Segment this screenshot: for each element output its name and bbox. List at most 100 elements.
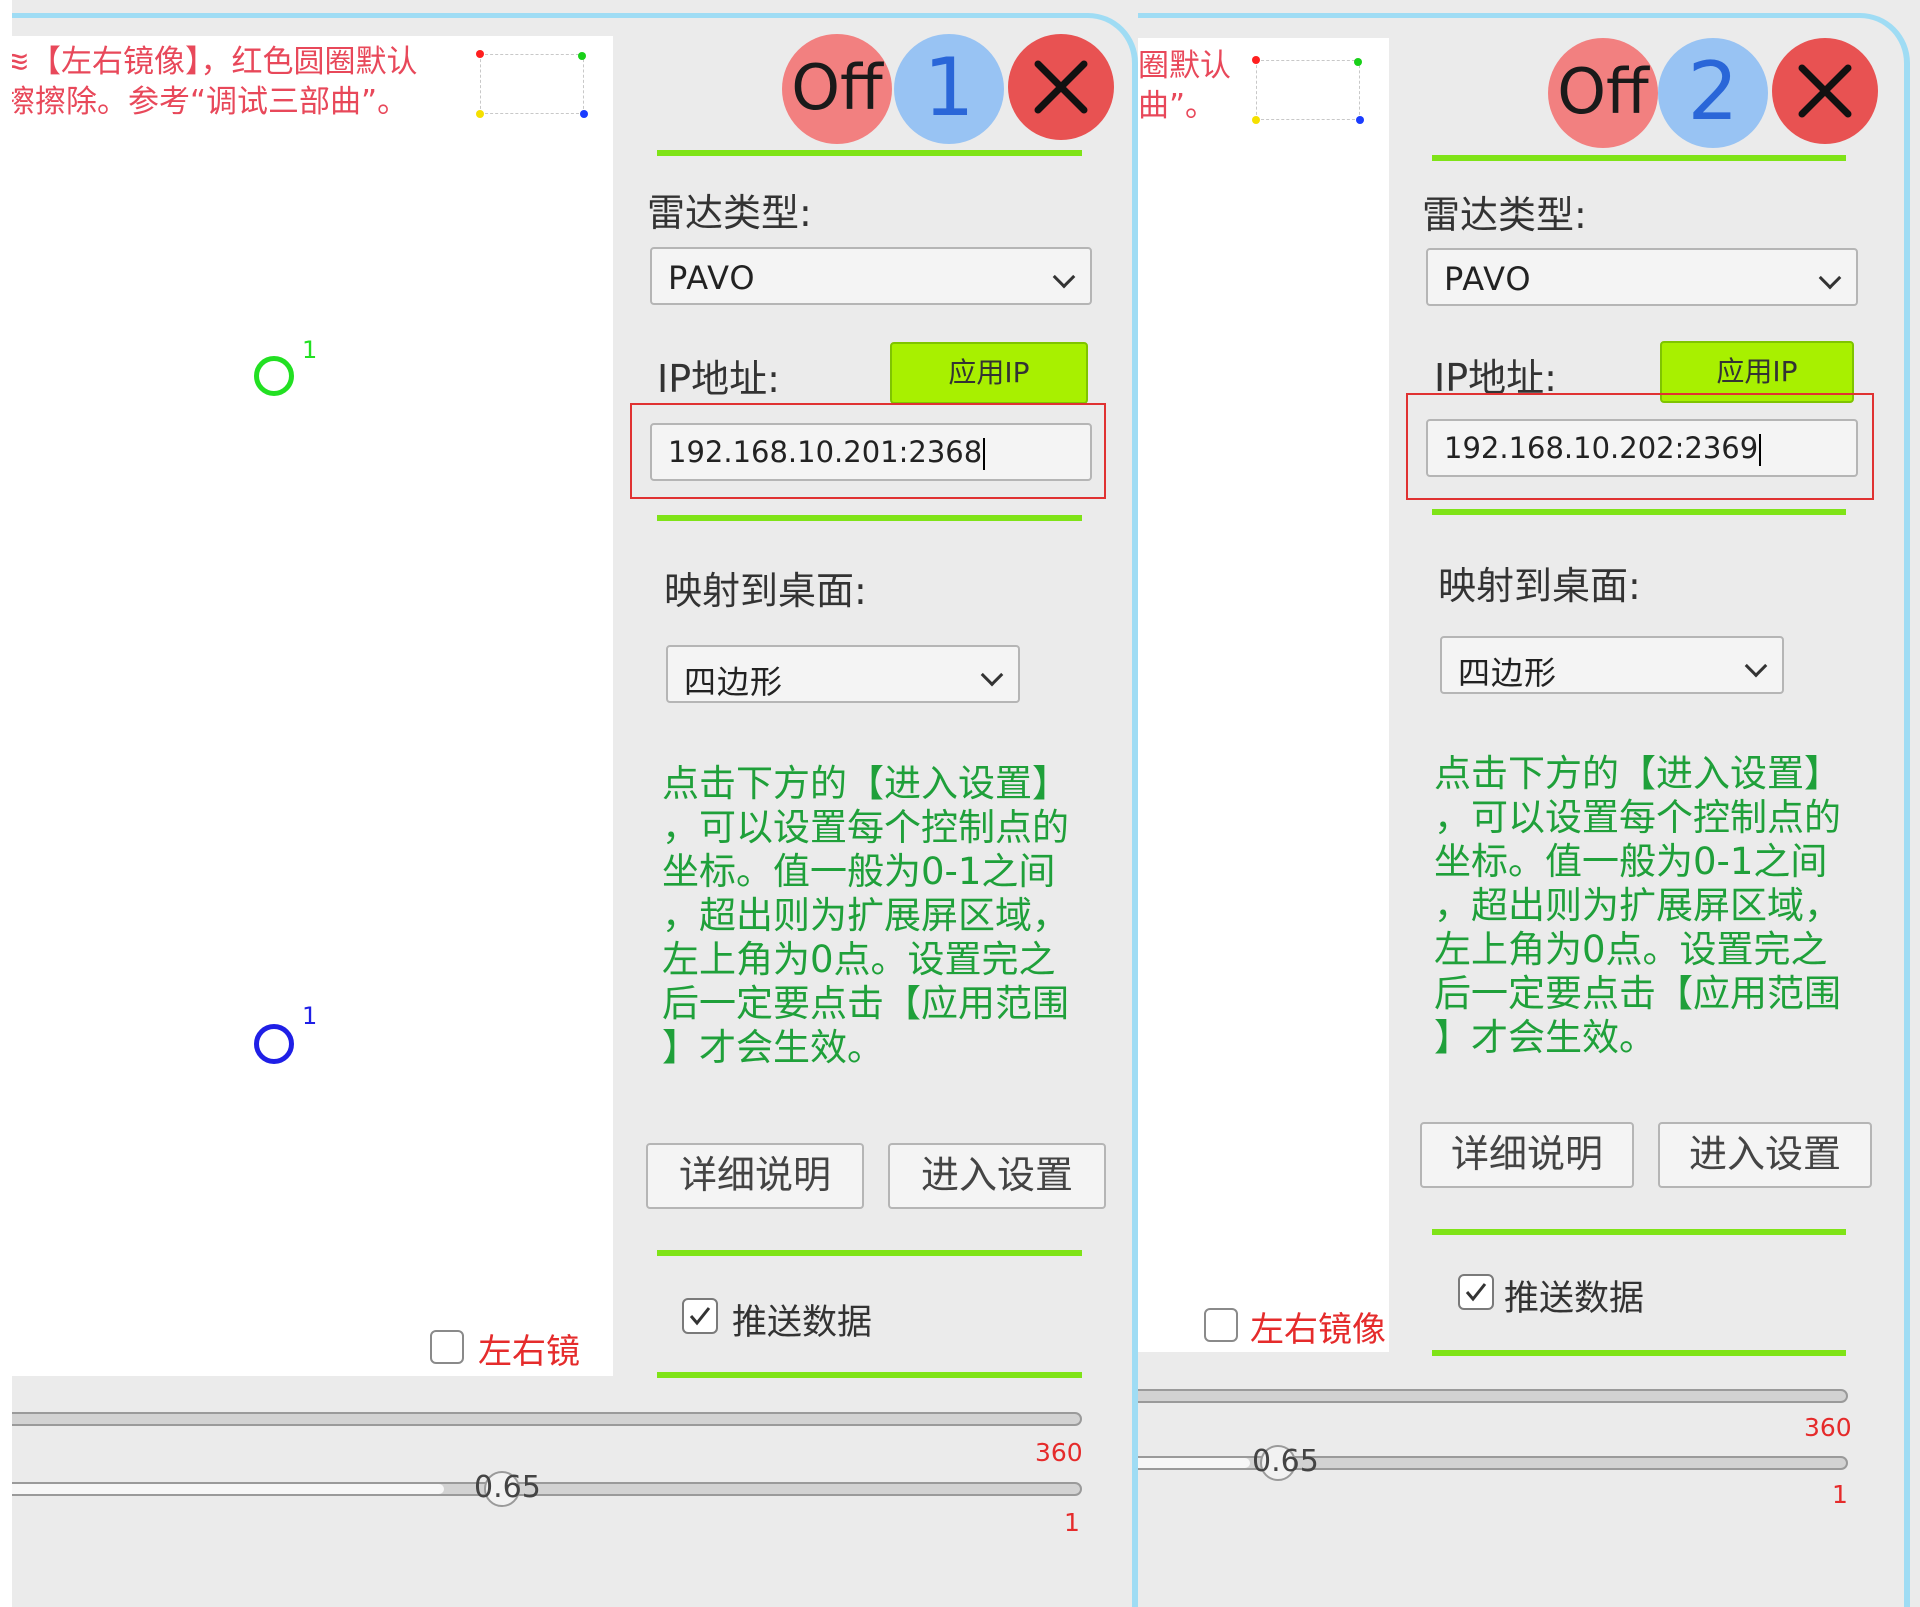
off-toggle-button[interactable]: Off <box>1548 38 1658 148</box>
push-data-label: 推送数据 <box>732 1303 873 1343</box>
close-button[interactable] <box>1772 38 1878 144</box>
control-point-top-right[interactable] <box>578 52 586 60</box>
mapping-quad <box>1256 60 1360 120</box>
control-point-bottom-right[interactable] <box>1356 116 1364 124</box>
help-line: 后一定要点击【应用范围 <box>1434 972 1841 1015</box>
help-line: 点击下方的【进入设置】 <box>1434 752 1841 795</box>
text-caret <box>1759 434 1762 466</box>
check-icon <box>689 1307 711 1326</box>
radar-panel-2: 圈默认 曲”。 左右镜像 Off 2 雷达类型: PAVO IP地址: 应用IP… <box>1138 0 1920 1607</box>
mirror-label: 左右镜像 <box>478 1332 580 1372</box>
help-line: 后一定要点击【应用范围 <box>662 982 1069 1025</box>
map-label: 映射到桌面: <box>664 569 867 613</box>
scale-value: 0.65 <box>1252 1444 1319 1479</box>
radar-type-select[interactable]: PAVO <box>1426 248 1858 306</box>
close-button[interactable] <box>1008 34 1114 140</box>
help-line: 左上角为0点。设置完之 <box>662 938 1056 981</box>
push-data-checkbox[interactable] <box>1458 1274 1494 1310</box>
push-data-label: 推送数据 <box>1504 1279 1645 1319</box>
control-point-bottom-left[interactable] <box>1252 116 1260 124</box>
hint-line: ≋【左右镜像】，红色圆圈默认 <box>12 44 418 80</box>
map-label: 映射到桌面: <box>1438 564 1641 608</box>
enter-settings-label: 进入设置 <box>1688 1132 1841 1176</box>
preview-canvas-2[interactable]: 圈默认 曲”。 左右镜像 <box>1138 38 1389 1352</box>
rotation-slider[interactable] <box>1138 1389 1848 1403</box>
touch-point-1 <box>254 356 294 396</box>
control-point-top-left[interactable] <box>476 50 484 58</box>
radar-panel-1: ≋【左右镜像】，红色圆圈默认 擦擦除。参考“调试三部曲”。 1 1 左右镜像 O… <box>12 0 1138 1607</box>
hint-line: 擦擦除。参考“调试三部曲”。 <box>12 84 409 120</box>
details-button[interactable]: 详细说明 <box>646 1143 864 1209</box>
radar-number-badge: 2 <box>1658 38 1768 148</box>
chevron-down-icon <box>980 663 1004 687</box>
close-x-icon <box>1798 64 1852 118</box>
push-data-checkbox[interactable] <box>682 1298 718 1334</box>
rotation-max-label: 360 <box>1804 1413 1852 1442</box>
mirror-checkbox[interactable] <box>430 1330 464 1364</box>
radar-type-select[interactable]: PAVO <box>650 247 1092 305</box>
details-label: 详细说明 <box>678 1153 831 1197</box>
ip-input[interactable]: 192.168.10.201:2368 <box>650 423 1092 481</box>
enter-settings-button[interactable]: 进入设置 <box>888 1143 1106 1209</box>
divider-line <box>657 150 1082 156</box>
hint-line: 曲”。 <box>1138 88 1217 124</box>
control-point-top-left[interactable] <box>1252 56 1260 64</box>
control-point-bottom-right[interactable] <box>580 110 588 118</box>
scale-max-label: 1 <box>1064 1508 1080 1537</box>
help-line: ，超出则为扩展屏区域， <box>1434 884 1841 927</box>
touch-point-2 <box>254 1024 294 1064</box>
chevron-down-icon <box>1744 654 1768 678</box>
off-label: Off <box>1557 55 1649 128</box>
scale-slider[interactable] <box>1138 1456 1848 1470</box>
help-line: 】才会生效。 <box>662 1026 884 1069</box>
map-shape-select[interactable]: 四边形 <box>1440 636 1784 694</box>
scale-slider[interactable] <box>12 1482 1082 1496</box>
rotation-slider[interactable] <box>12 1412 1082 1426</box>
map-shape-select[interactable]: 四边形 <box>666 645 1020 703</box>
mapping-quad <box>480 54 584 114</box>
apply-ip-button[interactable]: 应用IP <box>890 342 1088 404</box>
ip-value: 192.168.10.202:2369 <box>1444 431 1759 465</box>
divider-line <box>657 1372 1082 1378</box>
radar-type-label: 雷达类型: <box>1422 193 1587 237</box>
help-line: 坐标。值一般为0-1之间 <box>1434 840 1828 883</box>
help-line: 坐标。值一般为0-1之间 <box>662 850 1056 893</box>
off-label: Off <box>791 51 883 124</box>
chevron-down-icon <box>1052 265 1076 289</box>
help-line: ，可以设置每个控制点的 <box>662 806 1069 849</box>
mirror-checkbox[interactable] <box>1204 1308 1238 1342</box>
off-toggle-button[interactable]: Off <box>782 34 892 144</box>
chevron-down-icon <box>1818 266 1842 290</box>
help-line: ，可以设置每个控制点的 <box>1434 796 1841 839</box>
check-icon <box>1465 1283 1487 1302</box>
radar-number-badge: 1 <box>894 34 1004 144</box>
ip-value: 192.168.10.201:2368 <box>668 435 983 469</box>
preview-canvas-1[interactable]: ≋【左右镜像】，红色圆圈默认 擦擦除。参考“调试三部曲”。 1 1 左右镜像 <box>12 36 613 1376</box>
map-shape-value: 四边形 <box>1458 654 1558 692</box>
help-line: ，超出则为扩展屏区域， <box>662 894 1069 937</box>
close-x-icon <box>1034 60 1088 114</box>
scale-value: 0.65 <box>474 1470 541 1505</box>
touch-point-2-label: 1 <box>302 1002 318 1030</box>
divider-line <box>657 515 1082 521</box>
hint-text: 圈默认 曲”。 <box>1138 46 1231 126</box>
help-line: 】才会生效。 <box>1434 1016 1656 1059</box>
ip-input[interactable]: 192.168.10.202:2369 <box>1426 419 1858 477</box>
hint-text: ≋【左右镜像】，红色圆圈默认 擦擦除。参考“调试三部曲”。 <box>12 42 417 122</box>
radar-type-value: PAVO <box>668 259 756 297</box>
map-shape-value: 四边形 <box>684 663 784 701</box>
radar-number: 1 <box>923 41 975 134</box>
details-label: 详细说明 <box>1450 1132 1603 1176</box>
help-line: 左上角为0点。设置完之 <box>1434 928 1828 971</box>
radar-type-value: PAVO <box>1444 260 1532 298</box>
control-point-bottom-left[interactable] <box>476 110 484 118</box>
help-line: 点击下方的【进入设置】 <box>662 762 1069 805</box>
control-point-top-right[interactable] <box>1354 58 1362 66</box>
text-caret <box>983 438 986 470</box>
enter-settings-button[interactable]: 进入设置 <box>1658 1122 1872 1188</box>
divider-line <box>1432 1229 1846 1235</box>
help-text: 点击下方的【进入设置】 ，可以设置每个控制点的 坐标。值一般为0-1之间 ，超出… <box>1434 752 1841 1060</box>
details-button[interactable]: 详细说明 <box>1420 1122 1634 1188</box>
radar-number: 2 <box>1687 45 1739 138</box>
enter-settings-label: 进入设置 <box>920 1153 1073 1197</box>
